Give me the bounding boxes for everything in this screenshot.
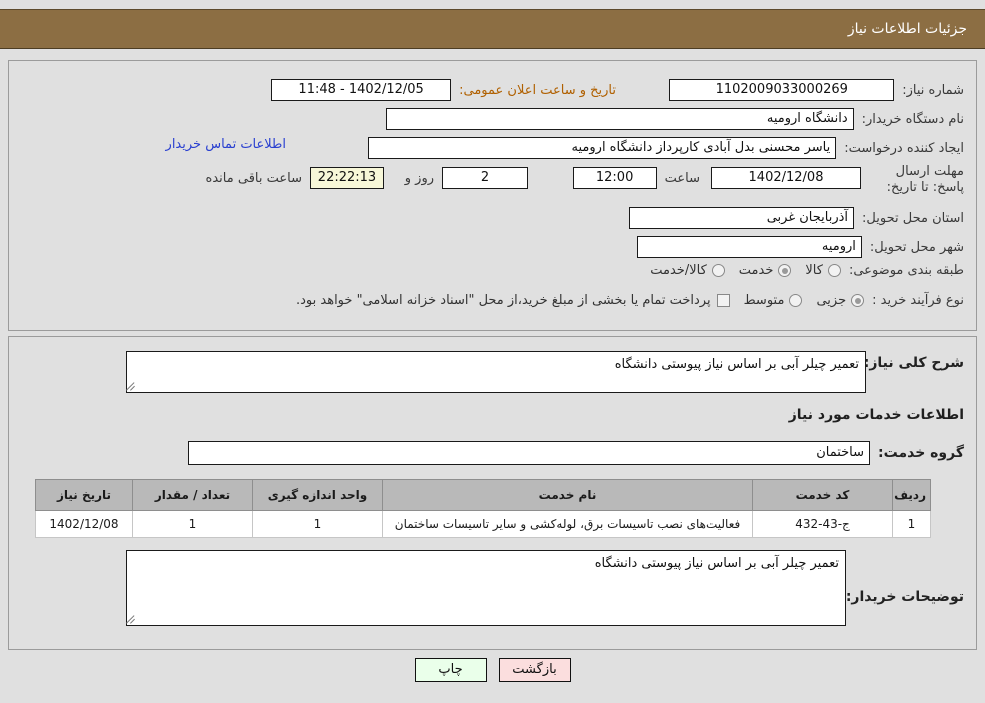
category-row: طبقه بندی موضوعی: کالا خدمت کالا/خدمت (636, 263, 964, 278)
table-header-row: ردیف کد خدمت نام خدمت واحد اندازه گیری ت… (35, 479, 931, 511)
deadline-hour-label: ساعت (664, 170, 700, 186)
deadline-label-wrap: مهلت ارسال پاسخ: تا تاریخ: (860, 164, 964, 196)
page-header-bar: جزئیات اطلاعات نیاز (0, 9, 985, 49)
service-group-value: ساختمان (188, 441, 871, 465)
requester-label: ایجاد کننده درخواست: (844, 140, 964, 156)
need-number-row: شماره نیاز: 1102009033000269 (669, 79, 964, 101)
need-number-value: 1102009033000269 (669, 79, 895, 101)
buyer-notes-textarea[interactable] (126, 550, 846, 626)
deadline-label: مهلت ارسال پاسخ: تا تاریخ: (886, 164, 964, 195)
services-table-wrap: ردیف کد خدمت نام خدمت واحد اندازه گیری ت… (35, 479, 931, 538)
city-label: شهر محل تحویل: (869, 239, 964, 255)
treasury-bond-checkbox[interactable] (716, 294, 730, 307)
need-summary-panel: شماره نیاز: 1102009033000269 تاریخ و ساع… (8, 60, 977, 331)
table-col-quantity: تعداد / مقدار (132, 479, 253, 511)
deadline-hour-value: 12:00 (572, 167, 657, 189)
cell-quantity: 1 (132, 510, 253, 538)
page-title: جزئیات اطلاعات نیاز (847, 21, 967, 37)
buyer-contact-row[interactable]: اطلاعات تماس خریدار (166, 137, 286, 152)
purchase-type-option-label-0: جزیی (816, 293, 847, 308)
province-row: استان محل تحویل: آذربایجان غربی (629, 207, 964, 229)
announce-datetime-value: 1402/12/05 - 11:48 (271, 79, 452, 101)
cell-radif: 1 (892, 510, 931, 538)
table-col-need-date: تاریخ نیاز (35, 479, 133, 511)
need-description-textarea[interactable] (126, 351, 866, 393)
services-section-title: اطلاعات خدمات مورد نیاز (788, 407, 964, 423)
buyer-notes-label-wrap: توضیحات خریدار: (838, 589, 964, 605)
table-col-service-code: کد خدمت (752, 479, 893, 511)
deadline-date: 1402/12/08 (711, 167, 861, 189)
purchase-type-option-label-1: متوسط (743, 293, 785, 308)
announce-datetime-row: تاریخ و ساعت اعلان عمومی: 1402/12/05 - 1… (271, 79, 616, 101)
category-option-label-0: کالا (805, 263, 823, 278)
cell-service-name: فعالیت‌های نصب تاسیسات برق، لوله‌کشی و س… (382, 510, 753, 538)
deadline-days-label: روز و (404, 170, 434, 186)
deadline-countdown-value: 22:22:13 (310, 167, 384, 189)
city-value: ارومیه (636, 236, 862, 258)
requester-row: ایجاد کننده درخواست: یاسر محسنی بدل آباد… (368, 137, 964, 159)
deadline-days-value: 2 (442, 167, 528, 189)
category-option-label-1: خدمت (738, 263, 774, 278)
purchase-type-radio-jozei[interactable] (851, 294, 865, 307)
purchase-type-label: نوع فرآیند خرید : (872, 293, 964, 308)
cell-need-date: 1402/12/08 (35, 510, 133, 538)
service-group-row: گروه خدمت: ساختمان (188, 441, 964, 465)
buyer-notes-label: توضیحات خریدار: (845, 589, 964, 605)
province-label: استان محل تحویل: (862, 210, 964, 226)
back-button[interactable]: بازگشت (498, 658, 571, 682)
table-row: 1 ج-43-432 فعالیت‌های نصب تاسیسات برق، ل… (35, 510, 931, 538)
deadline-hour-group: ساعت 12:00 (572, 167, 700, 189)
category-radio-kala-khedmat[interactable] (711, 264, 725, 277)
table-col-service-name: نام خدمت (382, 479, 753, 511)
category-label: طبقه بندی موضوعی: (848, 263, 964, 278)
need-description-label-wrap: شرح کلی نیاز: (856, 355, 964, 371)
need-description-label: شرح کلی نیاز: (863, 355, 964, 371)
treasury-bond-label: پرداخت تمام یا بخشی از مبلغ خرید،از محل … (296, 293, 711, 308)
deadline-countdown-group: 22:22:13 ساعت باقی مانده (198, 167, 384, 189)
category-radio-khedmat[interactable] (778, 264, 792, 277)
service-group-label: گروه خدمت: (878, 445, 964, 461)
deadline-days-group: 2 روز و (397, 167, 528, 189)
need-details-panel: شرح کلی نیاز: اطلاعات خدمات مورد نیاز گر… (8, 336, 977, 650)
category-radio-kala[interactable] (827, 264, 841, 277)
buyer-org-label: نام دستگاه خریدار: (861, 111, 964, 127)
cell-service-code: ج-43-432 (752, 510, 893, 538)
purchase-type-radio-motavaset[interactable] (789, 294, 803, 307)
buyer-org-value: دانشگاه ارومیه (385, 108, 854, 130)
purchase-type-row: نوع فرآیند خرید : جزیی متوسط پرداخت تمام… (296, 293, 964, 308)
city-row: شهر محل تحویل: ارومیه (636, 236, 964, 258)
buyer-org-row: نام دستگاه خریدار: دانشگاه ارومیه (385, 108, 964, 130)
footer-button-bar: بازگشت چاپ (0, 658, 985, 682)
buyer-contact-link[interactable]: اطلاعات تماس خریدار (166, 137, 286, 152)
requester-value: یاسر محسنی بدل آبادی کارپرداز دانشگاه ار… (368, 137, 837, 159)
province-value: آذربایجان غربی (629, 207, 855, 229)
need-number-label: شماره نیاز: (902, 82, 964, 98)
services-table: ردیف کد خدمت نام خدمت واحد اندازه گیری ت… (35, 479, 931, 538)
deadline-date-value: 1402/12/08 (711, 167, 861, 189)
announce-datetime-label: تاریخ و ساعت اعلان عمومی: (459, 82, 616, 98)
table-col-unit: واحد اندازه گیری (252, 479, 383, 511)
table-col-radif: ردیف (892, 479, 931, 511)
print-button[interactable]: چاپ (414, 658, 487, 682)
deadline-countdown-suffix: ساعت باقی مانده (205, 170, 302, 186)
cell-unit: 1 (252, 510, 383, 538)
category-option-label-2: کالا/خدمت (650, 263, 707, 278)
